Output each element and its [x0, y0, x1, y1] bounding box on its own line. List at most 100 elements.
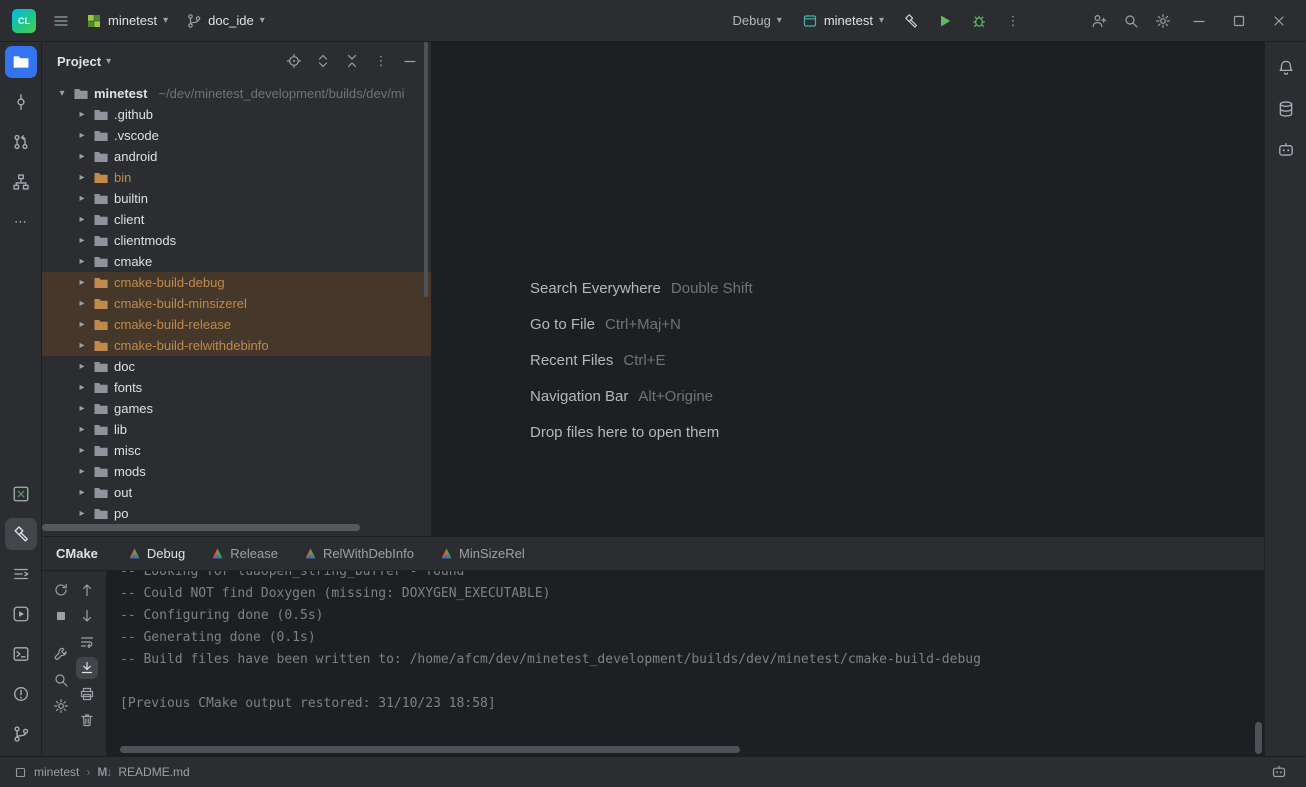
services-tool-button[interactable]: [5, 598, 37, 630]
cmake-profile-settings-button[interactable]: [50, 643, 72, 665]
tree-item-doc[interactable]: ▸doc: [42, 356, 431, 377]
console-vertical-scrollbar[interactable]: [1255, 722, 1262, 754]
tree-item-.github[interactable]: ▸.github: [42, 104, 431, 125]
build-button[interactable]: [896, 6, 926, 36]
tree-item-lib[interactable]: ▸lib: [42, 419, 431, 440]
breadcrumb-file[interactable]: README.md: [118, 765, 189, 779]
chevron-right-icon[interactable]: ▸: [76, 487, 88, 498]
todo-tool-button[interactable]: [5, 558, 37, 590]
tree-item-cmake-build-release[interactable]: ▸cmake-build-release: [42, 314, 431, 335]
tree-item-cmake-build-minsizerel[interactable]: ▸cmake-build-minsizerel: [42, 293, 431, 314]
project-panel-title[interactable]: Project: [57, 54, 101, 69]
project-vertical-scrollbar[interactable]: [424, 42, 428, 297]
panel-options-button[interactable]: ⋮: [370, 50, 392, 72]
chevron-right-icon[interactable]: ▸: [76, 508, 88, 519]
breadcrumb-project[interactable]: minetest: [34, 765, 79, 779]
scroll-to-end-button[interactable]: [76, 657, 98, 679]
chevron-right-icon[interactable]: ▸: [76, 382, 88, 393]
problems-tool-button[interactable]: [5, 678, 37, 710]
tree-item-mods[interactable]: ▸mods: [42, 461, 431, 482]
chevron-right-icon[interactable]: ▸: [76, 256, 88, 267]
tree-item-fonts[interactable]: ▸fonts: [42, 377, 431, 398]
clear-all-button[interactable]: [76, 709, 98, 731]
tree-item-builtin[interactable]: ▸builtin: [42, 188, 431, 209]
maximize-button[interactable]: [1220, 6, 1258, 36]
reload-cmake-button[interactable]: [50, 579, 72, 601]
project-tool-button[interactable]: [5, 46, 37, 78]
structure-tool-button[interactable]: [5, 166, 37, 198]
hide-panel-button[interactable]: [399, 50, 421, 72]
open-cmake-cache-button[interactable]: [50, 669, 72, 691]
stop-button[interactable]: [50, 605, 72, 627]
tree-item-cmake-build-relwithdebinfo[interactable]: ▸cmake-build-relwithdebinfo: [42, 335, 431, 356]
tree-item-cmake-build-debug[interactable]: ▸cmake-build-debug: [42, 272, 431, 293]
run-button[interactable]: [930, 6, 960, 36]
tree-item-root[interactable]: ▾ minetest ~/dev/minetest_development/bu…: [42, 83, 431, 104]
database-tool-button[interactable]: [1270, 93, 1302, 125]
editor-area[interactable]: Search EverywhereDouble ShiftGo to FileC…: [432, 42, 1264, 536]
chevron-right-icon[interactable]: ▸: [76, 424, 88, 435]
version-control-tool-button[interactable]: [5, 718, 37, 750]
app-logo[interactable]: CL: [12, 9, 36, 33]
collapse-all-button[interactable]: [341, 50, 363, 72]
chevron-down-icon[interactable]: ▾: [106, 56, 111, 67]
tree-item-out[interactable]: ▸out: [42, 482, 431, 503]
chevron-right-icon[interactable]: ▸: [76, 466, 88, 477]
chevron-right-icon[interactable]: ▸: [76, 445, 88, 456]
cmake-profile-tab-debug[interactable]: Debug: [128, 544, 185, 563]
tree-item-games[interactable]: ▸games: [42, 398, 431, 419]
select-opened-file-button[interactable]: [283, 50, 305, 72]
project-horizontal-scrollbar[interactable]: [42, 524, 360, 531]
settings-button[interactable]: [1148, 6, 1178, 36]
cmake-profile-tab-minsizerel[interactable]: MinSizeRel: [440, 544, 525, 563]
close-button[interactable]: [1260, 6, 1298, 36]
chevron-right-icon[interactable]: ▸: [76, 130, 88, 141]
tree-item-android[interactable]: ▸android: [42, 146, 431, 167]
tree-item-clientmods[interactable]: ▸clientmods: [42, 230, 431, 251]
previous-message-button[interactable]: [76, 579, 98, 601]
chevron-right-icon[interactable]: ▸: [76, 319, 88, 330]
chevron-right-icon[interactable]: ▸: [76, 151, 88, 162]
tree-item-.vscode[interactable]: ▸.vscode: [42, 125, 431, 146]
cmake-settings-button[interactable]: [50, 695, 72, 717]
tree-item-client[interactable]: ▸client: [42, 209, 431, 230]
ai-assistant-status-button[interactable]: [1264, 757, 1294, 787]
run-more-button[interactable]: ⋮: [998, 6, 1028, 36]
expand-all-button[interactable]: [312, 50, 334, 72]
chevron-right-icon[interactable]: ▸: [76, 172, 88, 183]
tree-item-cmake[interactable]: ▸cmake: [42, 251, 431, 272]
tree-item-misc[interactable]: ▸misc: [42, 440, 431, 461]
cmake-profile-selector[interactable]: Debug ▾: [724, 8, 789, 33]
print-button[interactable]: [76, 683, 98, 705]
more-tool-windows-button[interactable]: ⋯: [5, 206, 37, 238]
vcs-branch-selector[interactable]: doc_ide ▾: [178, 8, 273, 34]
cmake-console[interactable]: -- Looking for luaopen_string_buffer - f…: [106, 571, 1264, 756]
cmake-profile-tab-release[interactable]: Release: [211, 544, 278, 563]
commit-tool-button[interactable]: [5, 86, 37, 118]
notifications-tool-button[interactable]: [1270, 52, 1302, 84]
tree-item-po[interactable]: ▸po: [42, 503, 431, 524]
search-everywhere-button[interactable]: [1116, 6, 1146, 36]
project-selector[interactable]: minetest ▾: [78, 8, 176, 34]
chevron-right-icon[interactable]: ▸: [76, 340, 88, 351]
run-configuration-selector[interactable]: minetest ▾: [794, 8, 892, 34]
chevron-right-icon[interactable]: ▸: [76, 403, 88, 414]
chevron-right-icon[interactable]: ▸: [76, 361, 88, 372]
terminal-tool-button[interactable]: [5, 638, 37, 670]
console-horizontal-scrollbar[interactable]: [120, 746, 740, 753]
next-message-button[interactable]: [76, 605, 98, 627]
chevron-right-icon[interactable]: ▸: [76, 298, 88, 309]
cmake-profile-tab-relwithdebinfo[interactable]: RelWithDebInfo: [304, 544, 414, 563]
chevron-right-icon[interactable]: ▸: [76, 193, 88, 204]
main-menu-button[interactable]: [46, 6, 76, 36]
x-cell-tool-button[interactable]: [5, 478, 37, 510]
ai-assistant-tool-button[interactable]: [1270, 134, 1302, 166]
chevron-right-icon[interactable]: ▸: [76, 109, 88, 120]
soft-wrap-button[interactable]: [76, 631, 98, 653]
tree-item-bin[interactable]: ▸bin: [42, 167, 431, 188]
minimize-button[interactable]: [1180, 6, 1218, 36]
code-with-me-button[interactable]: [1084, 6, 1114, 36]
chevron-right-icon[interactable]: ▸: [76, 214, 88, 225]
chevron-right-icon[interactable]: ▸: [76, 235, 88, 246]
debug-button[interactable]: [964, 6, 994, 36]
